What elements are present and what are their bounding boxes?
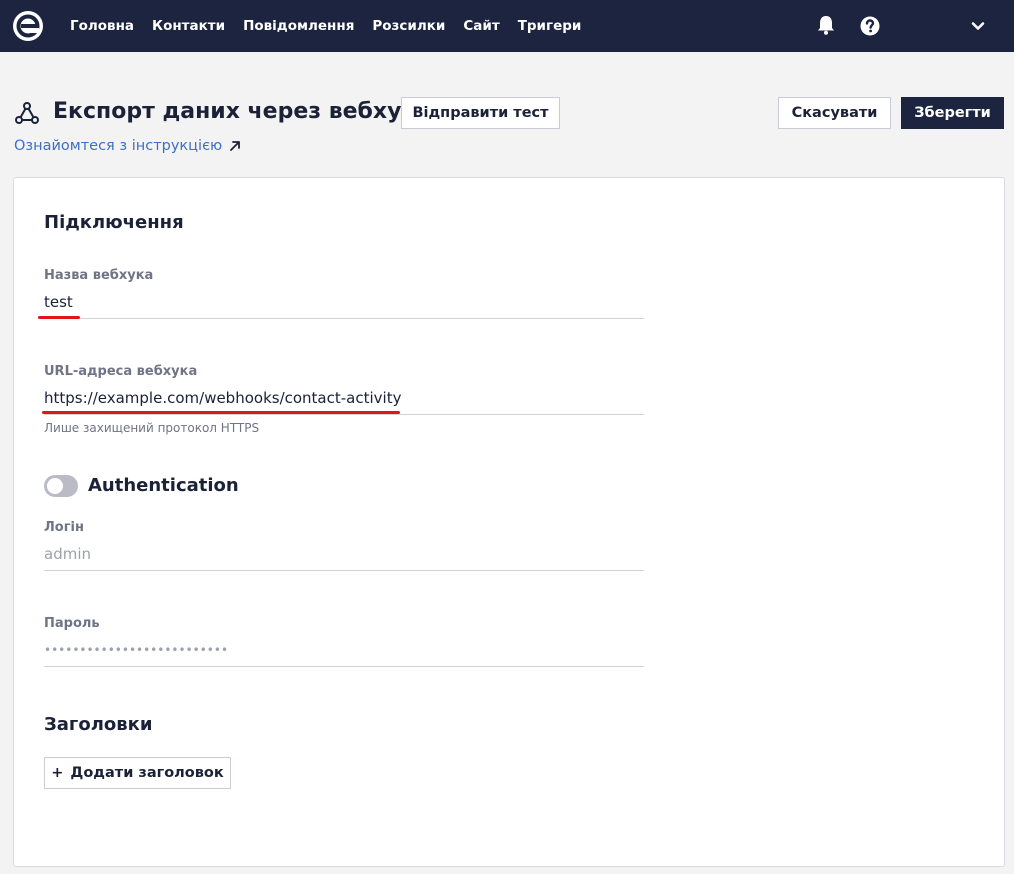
nav-item-triggers[interactable]: Тригери <box>518 18 582 34</box>
bell-icon[interactable] <box>815 14 837 36</box>
app-logo-icon[interactable] <box>12 10 44 42</box>
nav-item-campaigns[interactable]: Розсилки <box>372 18 445 34</box>
authentication-title: Authentication <box>88 475 239 496</box>
webhook-icon <box>15 102 39 124</box>
webhook-name-label: Назва вебхука <box>44 268 154 283</box>
webhook-url-input[interactable] <box>44 381 644 415</box>
external-arrow-icon <box>230 141 241 151</box>
authentication-toggle[interactable] <box>44 475 78 497</box>
url-hint: Лише захищений протокол HTTPS <box>44 421 260 435</box>
send-test-button[interactable]: Відправити тест <box>401 97 560 129</box>
webhook-name-input[interactable] <box>44 285 644 319</box>
nav-item-site[interactable]: Сайт <box>463 18 499 34</box>
connection-section-title: Підключення <box>44 212 184 233</box>
page-title: Експорт даних через вебхук <box>53 99 417 124</box>
toggle-knob <box>47 478 63 494</box>
nav-item-contacts[interactable]: Контакти <box>152 18 225 34</box>
annotation-underline <box>38 316 80 319</box>
add-header-button[interactable]: + Додати заголовок <box>44 757 231 789</box>
help-icon[interactable] <box>860 16 880 36</box>
guide-link-label: Ознайомтеся з інструкцією <box>14 138 223 154</box>
main-nav: Головна Контакти Повідомлення Розсилки С… <box>70 0 599 52</box>
nav-item-home[interactable]: Головна <box>70 18 134 34</box>
login-input[interactable] <box>44 537 644 571</box>
save-button[interactable]: Зберегти <box>901 97 1004 129</box>
webhook-url-label: URL-адреса вебхука <box>44 364 198 379</box>
password-input[interactable] <box>44 633 644 667</box>
guide-link[interactable]: Ознайомтеся з інструкцією <box>14 138 241 154</box>
password-label: Пароль <box>44 616 100 631</box>
plus-icon: + <box>51 765 64 781</box>
chevron-down-icon[interactable] <box>970 18 986 34</box>
cancel-button[interactable]: Скасувати <box>778 97 891 129</box>
headers-section-title: Заголовки <box>44 714 153 735</box>
add-header-label: Додати заголовок <box>70 765 224 781</box>
nav-item-messages[interactable]: Повідомлення <box>243 18 354 34</box>
annotation-underline <box>42 411 400 414</box>
login-label: Логін <box>44 520 84 535</box>
top-navbar: Головна Контакти Повідомлення Розсилки С… <box>0 0 1014 52</box>
